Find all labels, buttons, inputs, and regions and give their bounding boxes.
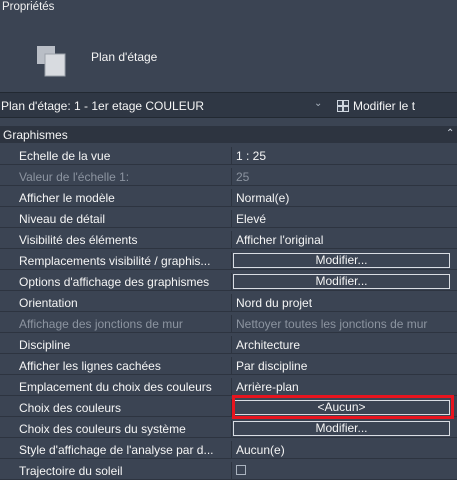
- property-name: Niveau de détail: [19, 212, 106, 226]
- panel-title: Propriétés: [2, 1, 55, 13]
- property-name: Affichage des jonctions de mur: [19, 317, 183, 331]
- property-value[interactable]: Architecture: [236, 338, 457, 352]
- property-value[interactable]: 1 : 25: [236, 149, 457, 163]
- property-value[interactable]: Aucun(e): [236, 443, 457, 457]
- property-row[interactable]: Emplacement du choix des couleurs Arrière…: [0, 378, 457, 396]
- property-value[interactable]: Afficher l'original: [236, 233, 457, 247]
- chevron-down-icon[interactable]: ⌄: [314, 98, 322, 109]
- edit-type-icon[interactable]: [337, 100, 349, 112]
- property-name: Echelle de la vue: [19, 149, 111, 163]
- instance-selector[interactable]: Plan d'étage: 1 - 1er etage COULEUR ⌄ Mo…: [0, 92, 457, 118]
- section-title: Graphismes: [3, 128, 68, 142]
- type-name: Plan d'étage: [91, 50, 158, 64]
- property-value: Nettoyer toutes les jonctions de mur: [236, 317, 428, 331]
- type-selector-box[interactable]: Plan d'étage: [0, 16, 457, 92]
- properties-title-bar: Propriétés: [0, 0, 457, 16]
- sun-path-checkbox[interactable]: [236, 465, 246, 475]
- property-name: Choix des couleurs du système: [19, 422, 186, 436]
- property-row[interactable]: Visibilité des éléments Afficher l'origin…: [0, 231, 457, 249]
- property-row: Affichage des jonctions de mur Nettoyer t…: [0, 315, 457, 333]
- property-name: Choix des couleurs: [19, 401, 122, 415]
- property-row[interactable]: Echelle de la vue 1 : 25: [0, 147, 457, 165]
- property-row[interactable]: Discipline Architecture: [0, 336, 457, 354]
- property-name: Discipline: [19, 338, 71, 352]
- property-row[interactable]: Options d'affichage des graphismes Modifi…: [0, 273, 457, 291]
- property-value[interactable]: Elevé: [236, 212, 457, 226]
- floor-plan-view-icon: [37, 46, 66, 77]
- property-row[interactable]: Orientation Nord du projet: [0, 294, 457, 312]
- property-row[interactable]: Afficher les lignes cachées Par disciplin…: [0, 357, 457, 375]
- property-name: Trajectoire du soleil: [19, 464, 123, 478]
- property-name: Visibilité des éléments: [19, 233, 138, 247]
- property-name: Options d'affichage des graphismes: [19, 275, 210, 289]
- property-name: Afficher les lignes cachées: [19, 359, 161, 373]
- property-value[interactable]: Normal(e): [236, 191, 457, 205]
- section-header-graphismes[interactable]: Graphismes ⌃: [0, 126, 457, 143]
- property-row[interactable]: Niveau de détail Elevé: [0, 210, 457, 228]
- property-name: Valeur de l'échelle 1:: [19, 170, 130, 184]
- property-row[interactable]: Choix des couleurs du système Modifier...: [0, 420, 457, 438]
- property-name: Style d'affichage de l'analyse par d...: [19, 443, 214, 457]
- property-name: Remplacements visibilité / graphis...: [19, 254, 211, 268]
- property-name: Emplacement du choix des couleurs: [19, 380, 212, 394]
- property-row: Valeur de l'échelle 1: 25: [0, 168, 457, 186]
- property-row[interactable]: Trajectoire du soleil: [0, 462, 457, 480]
- property-row[interactable]: Afficher le modèle Normal(e): [0, 189, 457, 207]
- property-name: Orientation: [19, 296, 78, 310]
- property-value[interactable]: Nord du projet: [236, 296, 457, 310]
- instance-selector-value: Plan d'étage: 1 - 1er etage COULEUR: [1, 99, 205, 113]
- property-row[interactable]: Remplacements visibilité / graphis... Mod…: [0, 252, 457, 270]
- system-color-schemes-button[interactable]: Modifier...: [233, 421, 450, 436]
- visibility-overrides-button[interactable]: Modifier...: [233, 253, 450, 268]
- property-name: Afficher le modèle: [19, 191, 115, 205]
- highlight-box: [232, 395, 454, 419]
- edit-type-button[interactable]: Modifier le t: [353, 99, 415, 113]
- graphic-display-options-button[interactable]: Modifier...: [233, 274, 450, 289]
- collapse-icon[interactable]: ⌃: [446, 128, 454, 139]
- property-value[interactable]: Arrière-plan: [236, 380, 457, 394]
- property-value[interactable]: Par discipline: [236, 359, 457, 373]
- property-row[interactable]: Style d'affichage de l'analyse par d... A…: [0, 441, 457, 459]
- property-value: 25: [236, 170, 250, 184]
